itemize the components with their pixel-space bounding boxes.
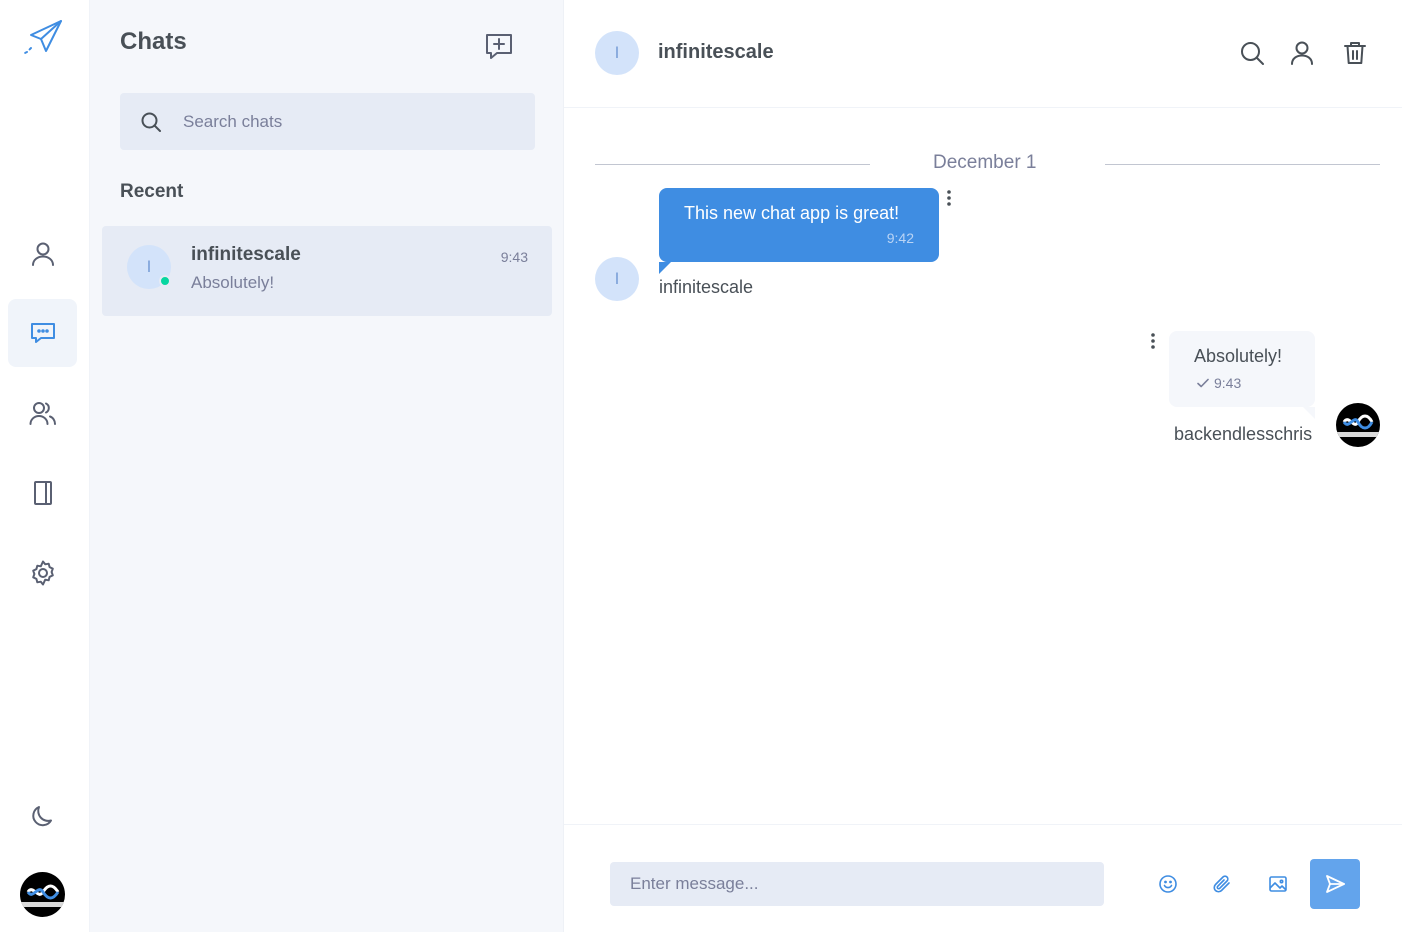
image-icon <box>1269 876 1287 892</box>
users-icon <box>29 402 56 425</box>
list-item[interactable]: I infinitescale Absolutely! 9:43 <box>102 226 552 316</box>
avatar[interactable]: I <box>595 31 639 75</box>
chat-name: infinitescale <box>191 244 301 265</box>
rail-chats-button[interactable] <box>8 299 77 367</box>
check-icon <box>1197 378 1209 388</box>
new-chat-button[interactable] <box>484 30 514 62</box>
divider-line <box>595 164 870 165</box>
book-icon <box>33 481 52 505</box>
sender-name: infinitescale <box>659 277 754 297</box>
chat-list-panel: Chats Recent I infinitescale Absolutely!… <box>90 0 564 932</box>
message-text: This new chat app is great! <box>684 203 900 223</box>
message-plus-icon <box>486 34 512 59</box>
theme-toggle-button[interactable] <box>8 782 77 850</box>
rail-groups-button[interactable] <box>8 379 77 447</box>
more-vertical-icon <box>1151 333 1155 349</box>
message-options-button[interactable] <box>945 189 953 207</box>
conversation-title[interactable]: infinitescale <box>658 41 774 64</box>
avatar <box>1336 403 1380 447</box>
attach-image-button[interactable] <box>1267 873 1289 895</box>
paperclip-icon <box>1213 875 1230 893</box>
date-label: December 1 <box>933 152 1037 173</box>
message-bubble-incoming[interactable]: This new chat app is great! 9:42 <box>659 188 939 274</box>
message-time-row: 9:43 <box>1196 375 1241 391</box>
bubble-tail <box>659 262 671 274</box>
user-icon <box>1291 41 1313 65</box>
attach-file-button[interactable] <box>1211 873 1233 895</box>
divider-line <box>1105 164 1380 165</box>
message-input[interactable] <box>610 862 1104 906</box>
nav-rail <box>0 0 90 932</box>
sender-name: backendlesschris <box>1174 424 1313 444</box>
date-divider: December 1 <box>595 150 1380 180</box>
message-bubble-outgoing[interactable]: Absolutely! 9:43 <box>1169 331 1315 419</box>
message-options-button[interactable] <box>1149 332 1157 350</box>
rail-contacts-button[interactable] <box>8 459 77 527</box>
page-title: Chats <box>120 28 187 55</box>
online-status-dot <box>159 275 171 287</box>
send-button[interactable] <box>1310 859 1360 909</box>
conversation-header: I infinitescale <box>564 0 1402 108</box>
search-icon <box>1241 42 1264 65</box>
user-info-button[interactable] <box>1289 40 1315 66</box>
rail-profile-button[interactable] <box>8 220 77 288</box>
more-vertical-icon <box>947 190 951 206</box>
message-time: 9:42 <box>886 230 914 246</box>
avatar-logo-icon <box>1336 414 1380 437</box>
rail-settings-button[interactable] <box>8 539 77 607</box>
search-conversation-button[interactable] <box>1239 40 1265 66</box>
smile-icon <box>1159 875 1177 893</box>
search-input[interactable] <box>183 111 523 132</box>
recent-heading: Recent <box>120 181 184 202</box>
user-icon <box>31 242 54 266</box>
emoji-button[interactable] <box>1157 873 1179 895</box>
bubble-tail <box>1303 407 1315 419</box>
avatar: I <box>595 257 639 301</box>
moon-icon <box>31 806 52 827</box>
chat-icon <box>30 323 55 343</box>
chat-time: 9:43 <box>500 249 528 265</box>
avatar[interactable] <box>20 872 65 917</box>
paper-plane-icon[interactable] <box>22 18 64 58</box>
message-composer <box>564 824 1402 932</box>
message-time: 9:43 <box>1214 375 1242 391</box>
avatar-logo-icon <box>20 884 65 907</box>
message-text: Absolutely! <box>1194 346 1283 366</box>
trash-icon <box>1344 42 1366 64</box>
send-icon <box>1326 875 1345 893</box>
search-icon <box>141 112 161 132</box>
delete-chat-button[interactable] <box>1342 40 1368 66</box>
conversation-pane: I infinitescale December 1 This new chat… <box>564 0 1402 932</box>
chat-preview: Absolutely! <box>191 273 275 292</box>
search-box <box>120 93 535 150</box>
gear-icon <box>31 560 54 586</box>
